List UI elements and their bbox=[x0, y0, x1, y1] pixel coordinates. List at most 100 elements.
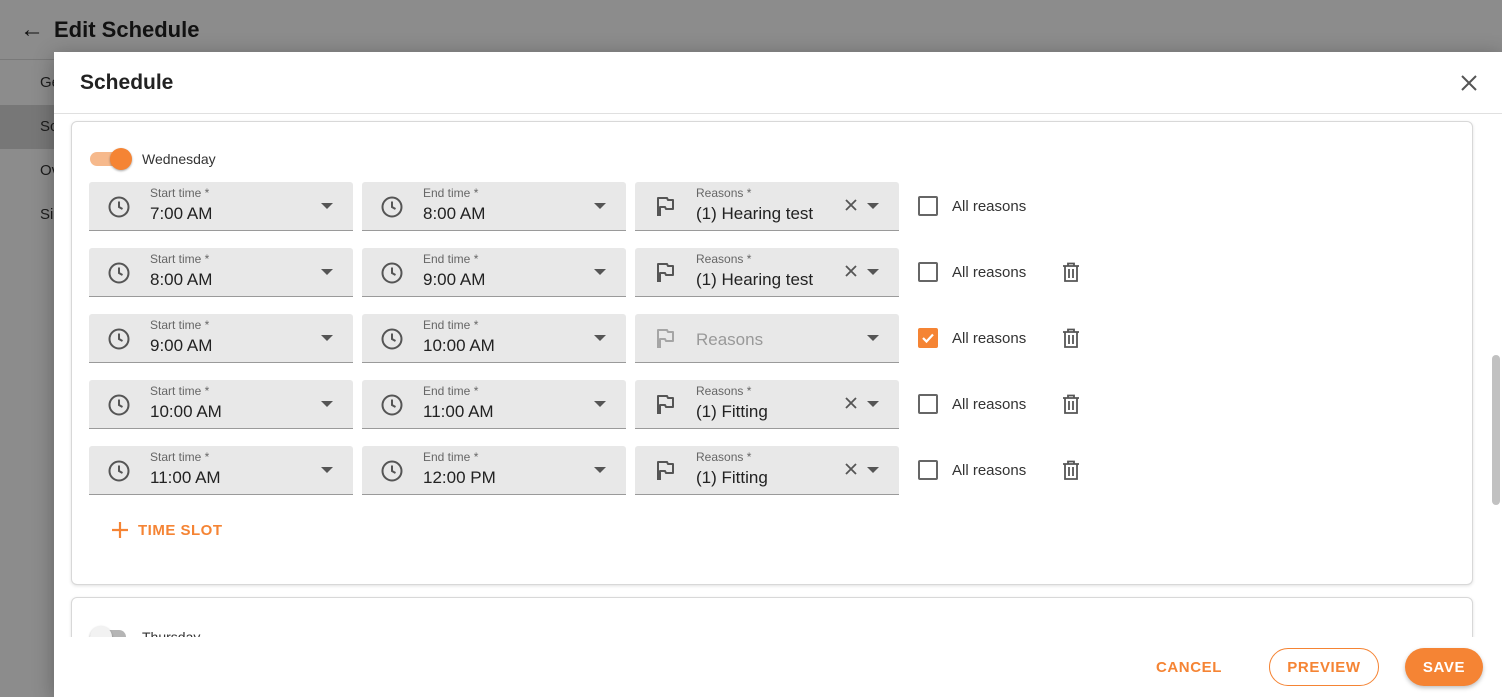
caret-down-icon[interactable] bbox=[321, 202, 333, 209]
field-label: End time * bbox=[423, 383, 479, 398]
caret-down-icon[interactable] bbox=[594, 466, 606, 473]
start-time-select[interactable]: Start time * 10:00 AM bbox=[89, 379, 353, 429]
flag-icon bbox=[657, 262, 674, 282]
field-label: Start time * bbox=[150, 317, 210, 332]
caret-down-icon[interactable] bbox=[867, 466, 879, 473]
day-toggle-row: Thursday bbox=[90, 626, 200, 637]
wednesday-toggle[interactable] bbox=[90, 148, 132, 170]
end-time-select[interactable]: End time * 9:00 AM bbox=[362, 247, 626, 297]
field-value: 11:00 AM bbox=[150, 467, 221, 487]
field-value: 10:00 AM bbox=[150, 401, 222, 421]
field-value: 9:00 AM bbox=[423, 269, 486, 289]
caret-down-icon[interactable] bbox=[594, 400, 606, 407]
time-slot-row: Start time * 9:00 AM End time * 10:00 AM… bbox=[89, 313, 1082, 363]
dialog-footer: CANCEL PREVIEW SAVE bbox=[54, 637, 1502, 697]
field-label: End time * bbox=[423, 251, 479, 266]
field-value: 8:00 AM bbox=[423, 203, 486, 223]
clear-icon[interactable] bbox=[843, 263, 859, 279]
field-label: End time * bbox=[423, 185, 479, 200]
time-slot-row: Start time * 11:00 AM End time * 12:00 P… bbox=[89, 445, 1082, 495]
trash-icon[interactable] bbox=[1060, 261, 1082, 283]
all-reasons-checkbox[interactable] bbox=[918, 328, 938, 348]
caret-down-icon[interactable] bbox=[594, 268, 606, 275]
all-reasons-checkbox[interactable] bbox=[918, 196, 938, 216]
thursday-toggle[interactable] bbox=[90, 626, 132, 637]
dialog-body: Wednesday Start time * 7:00 AM End time … bbox=[54, 115, 1502, 637]
day-label: Wednesday bbox=[142, 151, 216, 167]
field-label: Start time * bbox=[150, 185, 210, 200]
field-label: Start time * bbox=[150, 251, 210, 266]
day-toggle-row: Wednesday bbox=[90, 148, 216, 170]
scrollbar-thumb[interactable] bbox=[1492, 355, 1500, 505]
add-time-slot-label: TIME SLOT bbox=[138, 521, 223, 539]
reasons-select[interactable]: Reasons * (1) Fitting bbox=[635, 445, 899, 495]
all-reasons-label: All reasons bbox=[952, 329, 1027, 347]
caret-down-icon[interactable] bbox=[594, 202, 606, 209]
preview-button[interactable]: PREVIEW bbox=[1269, 648, 1379, 686]
caret-down-icon[interactable] bbox=[321, 268, 333, 275]
clock-icon bbox=[381, 328, 403, 349]
trash-icon[interactable] bbox=[1060, 327, 1082, 349]
reasons-select[interactable]: Reasons bbox=[635, 313, 899, 363]
trash-icon[interactable] bbox=[1060, 459, 1082, 481]
field-value: 9:00 AM bbox=[150, 335, 213, 355]
toggle-knob bbox=[110, 148, 132, 170]
start-time-select[interactable]: Start time * 8:00 AM bbox=[89, 247, 353, 297]
end-time-select[interactable]: End time * 8:00 AM bbox=[362, 181, 626, 231]
day-card-thursday: Thursday bbox=[71, 597, 1473, 637]
field-value: 11:00 AM bbox=[423, 401, 494, 421]
caret-down-icon[interactable] bbox=[594, 334, 606, 341]
clock-icon bbox=[381, 460, 403, 481]
all-reasons-checkbox[interactable] bbox=[918, 394, 938, 414]
schedule-dialog: Schedule Wednesday Start time * 7:00 AM bbox=[54, 52, 1502, 697]
reasons-select[interactable]: Reasons * (1) Hearing test bbox=[635, 247, 899, 297]
caret-down-icon[interactable] bbox=[867, 202, 879, 209]
caret-down-icon[interactable] bbox=[321, 400, 333, 407]
all-reasons-label: All reasons bbox=[952, 395, 1027, 413]
add-time-slot-button[interactable]: TIME SLOT bbox=[110, 520, 223, 540]
save-button[interactable]: SAVE bbox=[1405, 648, 1483, 686]
clear-icon[interactable] bbox=[843, 461, 859, 477]
field-value: (1) Fitting bbox=[696, 401, 768, 421]
caret-down-icon[interactable] bbox=[867, 400, 879, 407]
field-placeholder: Reasons bbox=[696, 329, 764, 349]
clear-icon[interactable] bbox=[843, 395, 859, 411]
all-reasons-checkbox[interactable] bbox=[918, 262, 938, 282]
clock-icon bbox=[108, 328, 130, 349]
end-time-select[interactable]: End time * 11:00 AM bbox=[362, 379, 626, 429]
dialog-header: Schedule bbox=[54, 52, 1502, 114]
field-value: 10:00 AM bbox=[423, 335, 495, 355]
field-value: (1) Hearing test bbox=[696, 269, 814, 289]
time-slot-row: Start time * 8:00 AM End time * 9:00 AM … bbox=[89, 247, 1082, 297]
flag-icon bbox=[657, 460, 674, 480]
cancel-button[interactable]: CANCEL bbox=[1144, 648, 1234, 686]
start-time-select[interactable]: Start time * 9:00 AM bbox=[89, 313, 353, 363]
all-reasons-checkbox[interactable] bbox=[918, 460, 938, 480]
caret-down-icon[interactable] bbox=[321, 466, 333, 473]
time-slot-row: Start time * 7:00 AM End time * 8:00 AM … bbox=[89, 181, 1048, 231]
close-icon[interactable] bbox=[1458, 72, 1480, 94]
all-reasons-label: All reasons bbox=[952, 197, 1027, 215]
clock-icon bbox=[381, 394, 403, 415]
clock-icon bbox=[381, 196, 403, 217]
end-time-select[interactable]: End time * 12:00 PM bbox=[362, 445, 626, 495]
reasons-select[interactable]: Reasons * (1) Hearing test bbox=[635, 181, 899, 231]
caret-down-icon[interactable] bbox=[321, 334, 333, 341]
dialog-title: Schedule bbox=[80, 70, 174, 94]
field-label: End time * bbox=[423, 317, 479, 332]
start-time-select[interactable]: Start time * 11:00 AM bbox=[89, 445, 353, 495]
caret-down-icon[interactable] bbox=[867, 268, 879, 275]
caret-down-icon[interactable] bbox=[867, 334, 879, 341]
trash-icon[interactable] bbox=[1060, 393, 1082, 415]
start-time-select[interactable]: Start time * 7:00 AM bbox=[89, 181, 353, 231]
field-value: 12:00 PM bbox=[423, 467, 496, 487]
field-label: Reasons * bbox=[696, 185, 752, 200]
field-label: Start time * bbox=[150, 449, 210, 464]
clear-icon[interactable] bbox=[843, 197, 859, 213]
end-time-select[interactable]: End time * 10:00 AM bbox=[362, 313, 626, 363]
plus-icon bbox=[112, 522, 128, 538]
clock-icon bbox=[108, 262, 130, 283]
reasons-select[interactable]: Reasons * (1) Fitting bbox=[635, 379, 899, 429]
field-label: End time * bbox=[423, 449, 479, 464]
field-value: (1) Hearing test bbox=[696, 203, 814, 223]
